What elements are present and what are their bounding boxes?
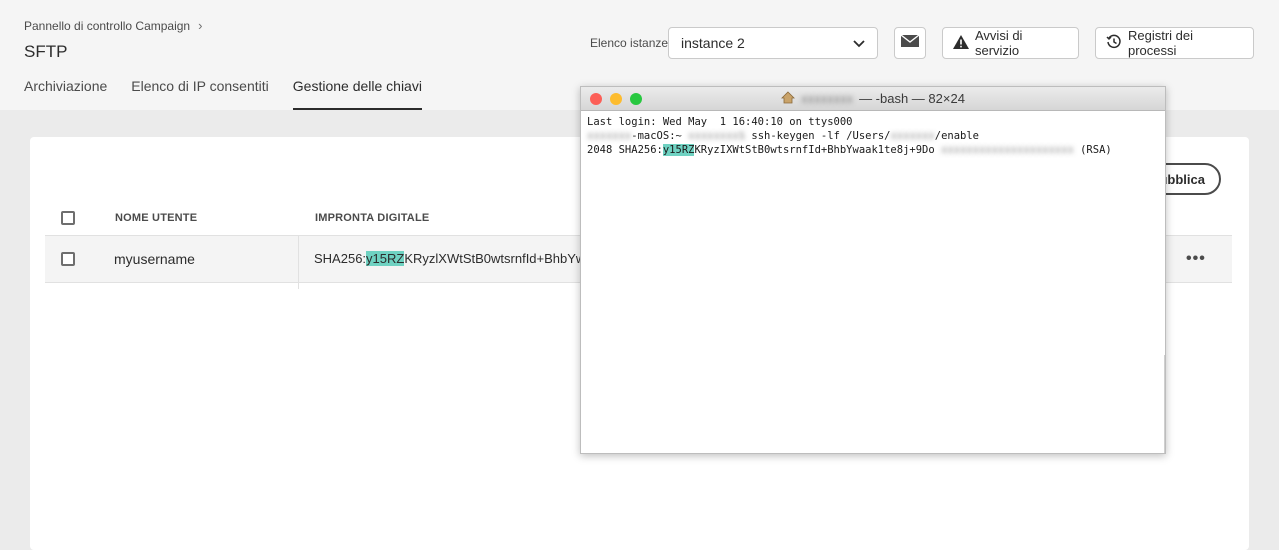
terminal-titlebar[interactable]: xxxxxxxx — -bash — 82×24 — [581, 87, 1165, 111]
zoom-window-button[interactable] — [630, 93, 642, 105]
home-folder-icon — [781, 90, 796, 107]
breadcrumb[interactable]: Pannello di controllo Campaign › — [24, 18, 202, 33]
chevron-right-icon: › — [198, 18, 203, 33]
redacted-username: xxxxxxxx — [801, 91, 854, 106]
terminal-scrollbar[interactable] — [1164, 355, 1165, 453]
page-title: SFTP — [24, 42, 68, 61]
row-checkbox[interactable] — [61, 252, 75, 266]
service-alerts-label: Avvisi di servizio — [975, 28, 1023, 58]
terminal-line-1: Last login: Wed May 1 16:40:10 on ttys00… — [587, 116, 853, 128]
column-header-fingerprint[interactable]: IMPRONTA DIGITALE — [315, 212, 429, 224]
tab-ip-allowlist[interactable]: Elenco di IP consentiti — [131, 78, 269, 110]
close-window-button[interactable] — [590, 93, 602, 105]
tab-bar: Archiviazione Elenco di IP consentiti Ge… — [24, 78, 422, 110]
terminal-line-2: xxxxxxx-macOS:~ xxxxxxxx$ ssh-keygen -lf… — [587, 130, 980, 142]
email-alerts-button[interactable] — [894, 27, 926, 59]
instance-select[interactable]: instance 2 — [668, 27, 878, 59]
select-all-checkbox[interactable] — [61, 211, 75, 225]
process-logs-button[interactable]: Registri dei processi — [1095, 27, 1254, 59]
fingerprint-prefix: SHA256: — [314, 251, 367, 266]
fingerprint-cell: SHA256:y15RZKRyzlXWtStB0wtsrnfId+BhbYwaa… — [314, 251, 580, 266]
terminal-title: — -bash — 82×24 — [859, 91, 965, 106]
tab-key-management[interactable]: Gestione delle chiavi — [292, 78, 422, 110]
process-logs-label: Registri dei processi — [1128, 28, 1194, 58]
terminal-output[interactable]: Last login: Wed May 1 16:40:10 on ttys00… — [581, 111, 1165, 161]
column-header-username[interactable]: NOME UTENTE — [115, 212, 197, 224]
instance-label: Elenco istanze — [590, 36, 669, 50]
instance-value: instance 2 — [681, 35, 745, 51]
column-divider — [298, 236, 299, 289]
fingerprint-highlight: y15RZ — [366, 251, 405, 266]
minimize-window-button[interactable] — [610, 93, 622, 105]
service-alerts-button[interactable]: Avvisi di servizio — [942, 27, 1079, 59]
mail-icon — [900, 33, 920, 54]
row-more-actions-button[interactable]: ••• — [1186, 250, 1206, 268]
fingerprint-rest: KRyzlXWtStB0wtsrnfId+BhbYwaak1te8j+9Do — [404, 251, 580, 266]
chevron-down-icon — [853, 35, 865, 51]
username-cell: myusername — [114, 251, 195, 267]
terminal-line-3: 2048 SHA256:y15RZKRyzIXWtStB0wtsrnfId+Bh… — [587, 144, 1112, 156]
warning-icon — [953, 34, 969, 52]
terminal-fingerprint-highlight: y15RZ — [662, 144, 695, 156]
breadcrumb-link[interactable]: Pannello di controllo Campaign — [24, 19, 190, 33]
tab-archiviazione[interactable]: Archiviazione — [24, 78, 107, 110]
terminal-window[interactable]: xxxxxxxx — -bash — 82×24 Last login: Wed… — [580, 86, 1166, 454]
history-icon — [1106, 34, 1122, 53]
